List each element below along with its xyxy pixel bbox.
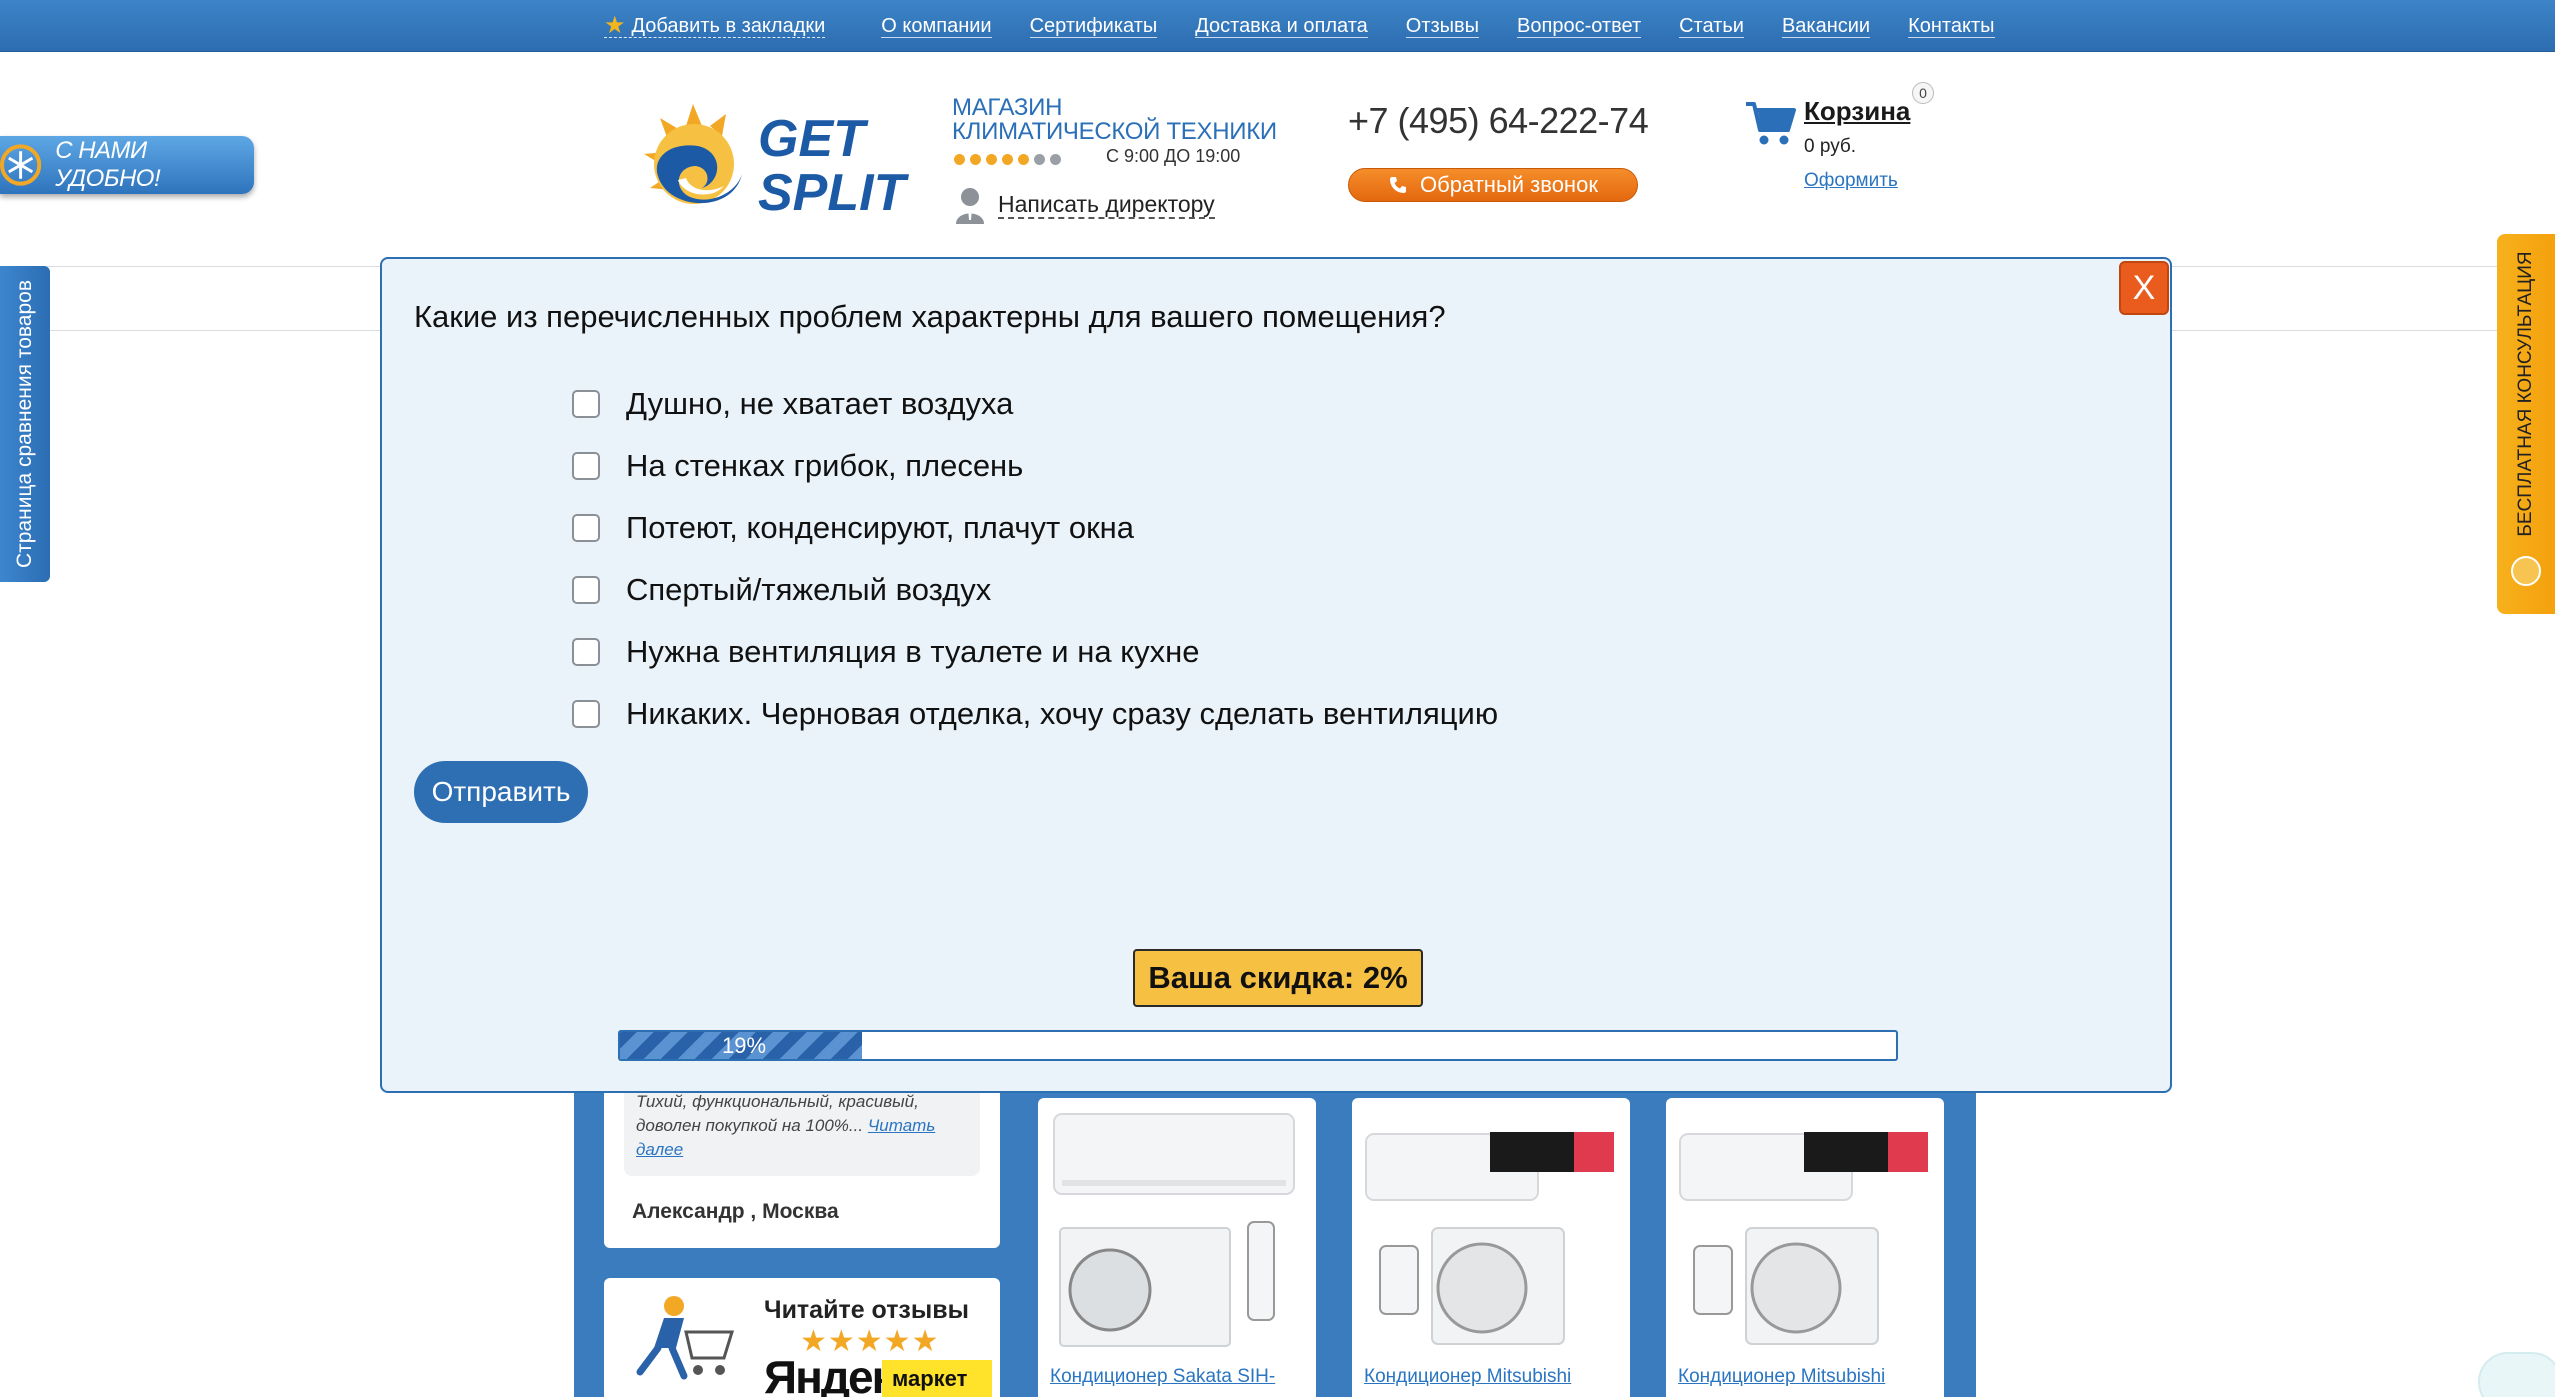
cart-link[interactable]: Корзина <box>1804 96 1910 127</box>
option-label: Нужна вентиляция в туалете и на кухне <box>626 634 1200 669</box>
sun-icon <box>644 104 742 204</box>
nav-faq[interactable]: Вопрос-ответ <box>1517 15 1642 38</box>
rating-dot <box>970 154 981 165</box>
rating-dot <box>986 154 997 165</box>
convenient-label: С НАМИ УДОБНО! <box>55 137 161 192</box>
logo-text-split: SPLIT <box>758 164 910 220</box>
product-image <box>1679 1132 1928 1345</box>
product-image <box>1053 1113 1295 1347</box>
cart-icon[interactable] <box>1744 100 1796 146</box>
product-image <box>1365 1132 1614 1345</box>
option-heavy-air[interactable]: Спертый/тяжелый воздух <box>572 559 1498 621</box>
nav-certificates[interactable]: Сертификаты <box>1029 15 1158 38</box>
discount-badge: Ваша скидка: 2% <box>1133 949 1423 1007</box>
product-name[interactable]: Кондиционер Mitsubishi <box>1364 1366 1614 1388</box>
star-icon: ★ <box>604 11 626 39</box>
phone-icon <box>1390 177 1407 193</box>
progress-label: 19% <box>722 1033 767 1058</box>
logo-text-get: GET <box>758 110 869 168</box>
rating-dot <box>1050 154 1061 165</box>
site-header <box>0 52 2555 266</box>
yandex-title: Читайте отзывы <box>764 1296 969 1324</box>
quiz-progress-bar: 19% <box>618 1030 1898 1061</box>
rating-dot <box>1002 154 1013 165</box>
consultation-label: БЕСПЛАТНАЯ КОНСУЛЬТАЦИЯ <box>2515 251 2536 537</box>
nav-vacancies[interactable]: Вакансии <box>1781 15 1871 38</box>
product-name[interactable]: Кондиционер Mitsubishi <box>1678 1366 1928 1388</box>
bookmark-label: Добавить в закладки <box>631 14 826 37</box>
rating-dot <box>954 154 965 165</box>
yandex-market-badge: маркет <box>882 1360 992 1397</box>
option-label: Спертый/тяжелый воздух <box>626 572 992 607</box>
write-director-label: Написать директору <box>998 191 1215 219</box>
top-nav: ★ Добавить в закладки О компании Сертифи… <box>604 0 1995 52</box>
close-button[interactable]: X <box>2119 261 2169 315</box>
cart-total: 0 руб. <box>1804 136 1857 157</box>
option-condensation[interactable]: Потеют, конденсируют, плачут окна <box>572 497 1498 559</box>
review-author: Александр , Москва <box>632 1200 839 1223</box>
snowflake-sun-icon <box>0 144 42 186</box>
person-icon <box>956 188 984 224</box>
option-stuffy[interactable]: Душно, не хватает воздуха <box>572 373 1498 435</box>
callback-button[interactable]: Обратный звонок <box>1348 168 1638 202</box>
checkbox[interactable] <box>572 638 600 666</box>
review-card: Тихий, функциональный, красивый, доволен… <box>604 1090 1000 1248</box>
option-label: Никаких. Черновая отделка, хочу сразу сд… <box>626 696 1499 731</box>
checkbox[interactable] <box>572 576 600 604</box>
top-bar: ★ Добавить в закладки О компании Сертифи… <box>0 0 2555 52</box>
compare-label: Страница сравнения товаров <box>13 279 36 569</box>
option-label: Душно, не хватает воздуха <box>626 386 1014 421</box>
nav-contacts[interactable]: Контакты <box>1908 15 1995 38</box>
submit-button[interactable]: Отправить <box>414 761 588 823</box>
product-card[interactable]: Кондиционер Mitsubishi <box>1352 1098 1630 1397</box>
option-label: Потеют, конденсируют, плачут окна <box>626 510 1135 545</box>
consultation-icon <box>2511 556 2541 586</box>
work-hours: С 9:00 ДО 19:00 <box>1106 146 1241 166</box>
option-mold[interactable]: На стенках грибок, плесень <box>572 435 1498 497</box>
callback-label: Обратный звонок <box>1420 172 1598 197</box>
checkbox[interactable] <box>572 700 600 728</box>
cart-count-badge: 0 <box>1912 82 1934 104</box>
product-name[interactable]: Кондиционер Sakata SIH- <box>1050 1366 1300 1388</box>
yandex-reviews-banner[interactable]: Читайте отзывы ★★★★★ Яндекс маркет <box>604 1278 1000 1397</box>
shop-line-1: МАГАЗИН <box>952 94 1063 121</box>
phone-number[interactable]: +7 (495) 64-222-74 <box>1348 100 1649 142</box>
courier-icon <box>636 1296 735 1380</box>
getsplit-logo[interactable]: GET SPLIT <box>638 96 928 220</box>
compare-page-tab[interactable]: Страница сравнения товаров <box>0 266 50 582</box>
product-card[interactable]: Кондиционер Sakata SIH- <box>1038 1098 1316 1397</box>
free-consultation-tab[interactable]: БЕСПЛАТНАЯ КОНСУЛЬТАЦИЯ <box>2497 234 2555 614</box>
nav-delivery[interactable]: Доставка и оплата <box>1195 15 1368 38</box>
option-none[interactable]: Никаких. Черновая отделка, хочу сразу сд… <box>572 683 1498 745</box>
write-director-link[interactable]: Написать директору <box>954 186 1215 224</box>
checkbox[interactable] <box>572 390 600 418</box>
rating-dots <box>954 154 1061 165</box>
nav-about[interactable]: О компании <box>881 15 992 38</box>
bookmark-link[interactable]: ★ Добавить в закладки <box>604 11 826 39</box>
nav-reviews[interactable]: Отзывы <box>1405 15 1480 38</box>
checkbox[interactable] <box>572 452 600 480</box>
quiz-options: Душно, не хватает воздуха На стенках гри… <box>572 373 1498 745</box>
checkbox[interactable] <box>572 514 600 542</box>
product-card[interactable]: Кондиционер Mitsubishi <box>1666 1098 1944 1397</box>
option-label: На стенках грибок, плесень <box>626 448 1024 483</box>
quiz-question: Какие из перечисленных проблем характерн… <box>414 299 1446 334</box>
review-bubble: Тихий, функциональный, красивый, доволен… <box>624 1090 980 1176</box>
quiz-modal: X Какие из перечисленных проблем характе… <box>380 257 2172 1093</box>
convenient-banner[interactable]: С НАМИ УДОБНО! <box>0 136 254 194</box>
rating-dot <box>1034 154 1045 165</box>
nav-articles[interactable]: Статьи <box>1679 15 1744 38</box>
rating-dot <box>1018 154 1029 165</box>
shop-line-2: КЛИМАТИЧЕСКОЙ ТЕХНИКИ <box>952 118 1277 145</box>
checkout-link[interactable]: Оформить <box>1804 170 1898 192</box>
chat-widget-button[interactable] <box>2478 1352 2555 1397</box>
shop-tagline: МАГАЗИН КЛИМАТИЧЕСКОЙ ТЕХНИКИ <box>952 96 1277 144</box>
option-bathroom-kitchen[interactable]: Нужна вентиляция в туалете и на кухне <box>572 621 1498 683</box>
